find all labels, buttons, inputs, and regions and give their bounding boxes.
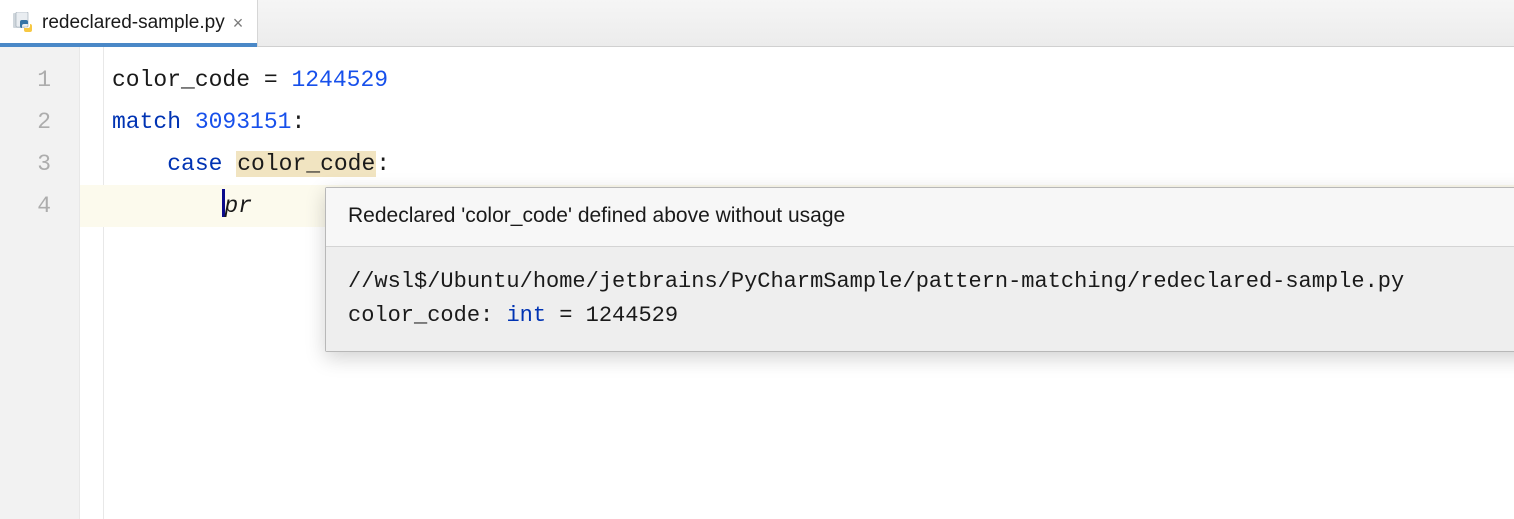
inspection-details: //wsl$/Ubuntu/home/jetbrains/PyCharmSamp… [326,246,1514,351]
inspection-header: Redeclared 'color_code' defined above wi… [326,188,1514,246]
declaration-signature: color_code: int = 1244529 [348,299,1404,333]
token-op: = [250,67,291,93]
line-number: 4 [0,185,51,227]
token-redeclared-identifier: color_code [236,151,376,177]
line-number: 2 [0,101,51,143]
token-keyword: case [167,151,222,177]
tab-filename: redeclared-sample.py [42,12,225,34]
line-number: 3 [0,143,51,185]
inspection-popup: Redeclared 'color_code' defined above wi… [325,187,1514,352]
editor-tab-active[interactable]: redeclared-sample.py × [0,0,258,46]
token-keyword: match [112,109,181,135]
more-actions-icon[interactable] [1510,204,1514,228]
code-viewport[interactable]: color_code = 1244529match 3093151: case … [80,47,1514,519]
editor-area: 1 2 3 4 color_code = 1244529 match 309315… [0,47,1514,519]
token-identifier: color_code [112,67,250,93]
inspection-message: Redeclared 'color_code' defined above wi… [348,204,845,228]
token-number: 1244529 [291,67,388,93]
line-number-gutter: 1 2 3 4 [0,47,80,519]
token-number: 3093151 [195,109,292,135]
declaration-path: //wsl$/Ubuntu/home/jetbrains/PyCharmSamp… [348,265,1404,299]
token-colon: : [376,151,390,177]
token-colon: : [291,109,305,135]
more-actions-icon[interactable] [1510,309,1514,333]
tab-bar: redeclared-sample.py × [0,0,1514,47]
close-icon[interactable]: × [233,14,244,32]
line-number: 1 [0,59,51,101]
token-partial-word: pr [224,193,252,219]
python-file-icon [12,12,34,34]
